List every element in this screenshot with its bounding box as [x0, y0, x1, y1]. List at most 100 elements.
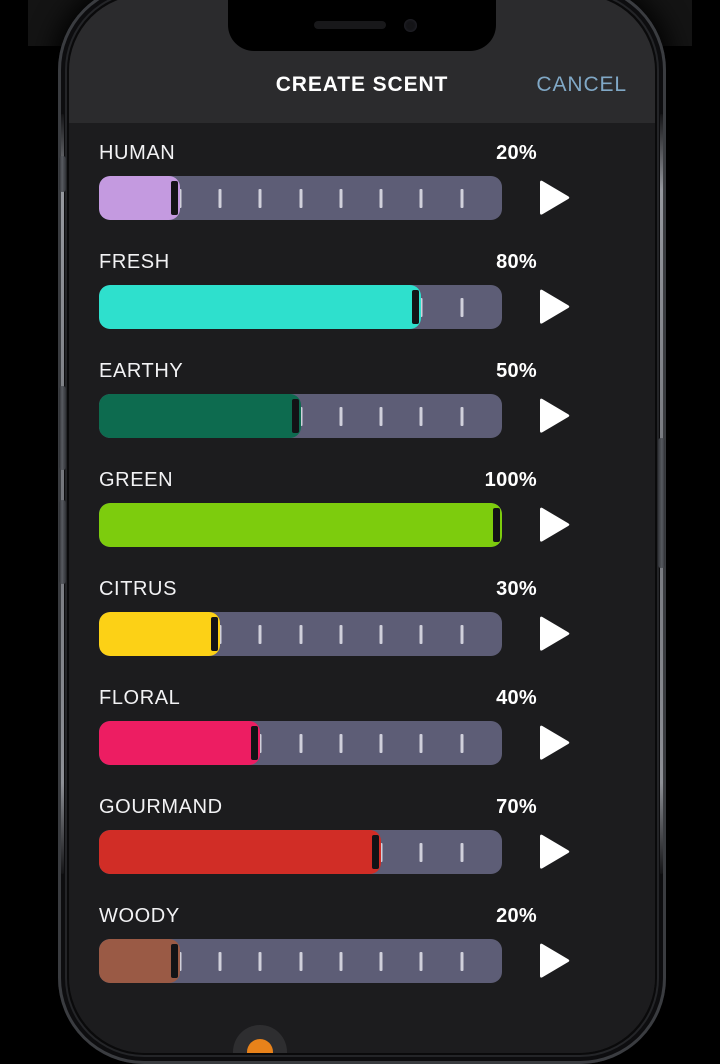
scent-slider-value: 20% [496, 142, 537, 165]
scent-slider-value: 80% [496, 251, 537, 274]
scent-slider-fill [99, 503, 502, 547]
scent-slider-fill [99, 721, 260, 765]
scent-slider-header: FRESH80% [99, 251, 625, 281]
scent-slider-value: 100% [485, 469, 537, 492]
scent-slider-track[interactable] [99, 503, 502, 547]
scent-slider-tick [339, 952, 342, 971]
scent-slider-body [99, 717, 625, 769]
scent-slider-tick [259, 189, 262, 208]
play-triangle-icon[interactable] [528, 503, 588, 547]
scent-slider-value: 50% [496, 360, 537, 383]
scent-slider-thumb[interactable] [211, 617, 218, 651]
scent-slider-header: CITRUS30% [99, 578, 625, 608]
scent-slider-tick [460, 734, 463, 753]
scent-slider-thumb[interactable] [372, 835, 379, 869]
scent-slider-label: HUMAN [99, 142, 175, 165]
scent-slider-fill [99, 285, 421, 329]
scent-slider-thumb[interactable] [412, 290, 419, 324]
scent-slider-track[interactable] [99, 612, 502, 656]
scent-slider-tick [460, 625, 463, 644]
scent-slider-header: WOODY 20% [99, 905, 625, 935]
scent-slider-body [99, 826, 625, 878]
scent-slider-tick [259, 625, 262, 644]
speaker-grille-icon [314, 21, 386, 29]
scent-slider-tick [420, 843, 423, 862]
scent-slider-header: EARTHY 50% [99, 360, 625, 390]
scent-slider-header: GOURMAND 70% [99, 796, 625, 826]
scent-slider-tick [218, 952, 221, 971]
scent-slider-thumb[interactable] [493, 508, 500, 542]
scent-slider-value: 40% [496, 687, 537, 710]
backdrop: CREATE SCENT CANCEL HUMAN20%FRESH80%EART… [0, 0, 720, 1025]
volume-down-button[interactable] [59, 500, 66, 584]
scent-slider-tick [420, 189, 423, 208]
scent-slider-thumb[interactable] [251, 726, 258, 760]
volume-up-button[interactable] [59, 386, 66, 470]
scent-slider-label: WOODY [99, 905, 180, 928]
scent-slider-thumb[interactable] [292, 399, 299, 433]
play-triangle-icon[interactable] [528, 394, 588, 438]
device-notch [228, 0, 496, 51]
scent-slider-tick [218, 189, 221, 208]
scent-slider-tick [420, 734, 423, 753]
scent-slider-fill [99, 612, 220, 656]
scent-slider-tick [460, 407, 463, 426]
play-triangle-icon[interactable] [528, 939, 588, 983]
play-triangle-icon[interactable] [528, 285, 588, 329]
play-triangle-icon[interactable] [528, 612, 588, 656]
scent-slider-tick [299, 189, 302, 208]
scent-slider-tick [339, 734, 342, 753]
play-triangle-icon[interactable] [528, 721, 588, 765]
scent-slider-body [99, 390, 625, 442]
scent-slider-tick [420, 952, 423, 971]
scent-slider-label: GOURMAND [99, 796, 223, 819]
scent-slider-tick [299, 625, 302, 644]
power-button[interactable] [658, 438, 665, 568]
scent-slider-value: 20% [496, 905, 537, 928]
scent-slider-row: GREEN100% [69, 469, 655, 578]
scent-slider-body [99, 935, 625, 987]
scent-slider-thumb[interactable] [171, 944, 178, 978]
front-camera-icon [404, 19, 417, 32]
scent-slider-row: FLORAL 40% [69, 687, 655, 796]
play-triangle-icon[interactable] [528, 830, 588, 874]
scent-slider-track[interactable] [99, 830, 502, 874]
scent-slider-header: GREEN100% [99, 469, 625, 499]
scent-slider-track[interactable] [99, 176, 502, 220]
scent-slider-tick [380, 189, 383, 208]
scent-slider-track[interactable] [99, 285, 502, 329]
scent-slider-label: FLORAL [99, 687, 180, 710]
scent-slider-track[interactable] [99, 721, 502, 765]
scent-slider-tick [259, 952, 262, 971]
scent-slider-body [99, 281, 625, 333]
scent-slider-tick [339, 625, 342, 644]
scent-slider-tick [460, 843, 463, 862]
scent-slider-thumb[interactable] [171, 181, 178, 215]
scent-slider-body [99, 499, 625, 551]
scent-slider-value: 70% [496, 796, 537, 819]
scent-slider-row: WOODY 20% [69, 905, 655, 1014]
scent-slider-label: EARTHY [99, 360, 183, 383]
scent-slider-tick [380, 407, 383, 426]
scent-slider-track[interactable] [99, 939, 502, 983]
scent-slider-fill [99, 394, 301, 438]
scent-slider-fill [99, 939, 180, 983]
scent-slider-header: FLORAL 40% [99, 687, 625, 717]
scent-slider-tick [380, 734, 383, 753]
phone-screen: CREATE SCENT CANCEL HUMAN20%FRESH80%EART… [69, 0, 655, 1053]
scent-slider-track[interactable] [99, 394, 502, 438]
scent-slider-list: HUMAN 20% FRESH80% EARTHY 50% GREEN100% CITRUS… [69, 123, 655, 1053]
scent-slider-tick [339, 407, 342, 426]
device-rim-left [61, 114, 64, 874]
scent-slider-header: HUMAN 20% [99, 142, 625, 172]
silent-switch[interactable] [59, 156, 66, 192]
scent-slider-fill [99, 830, 381, 874]
cancel-button[interactable]: CANCEL [536, 73, 627, 97]
scent-slider-tick [460, 189, 463, 208]
scent-slider-row: HUMAN 20% [69, 142, 655, 251]
scent-slider-tick [299, 734, 302, 753]
scent-slider-tick [420, 407, 423, 426]
scent-slider-tick [420, 625, 423, 644]
play-triangle-icon[interactable] [528, 176, 588, 220]
scent-slider-body [99, 608, 625, 660]
